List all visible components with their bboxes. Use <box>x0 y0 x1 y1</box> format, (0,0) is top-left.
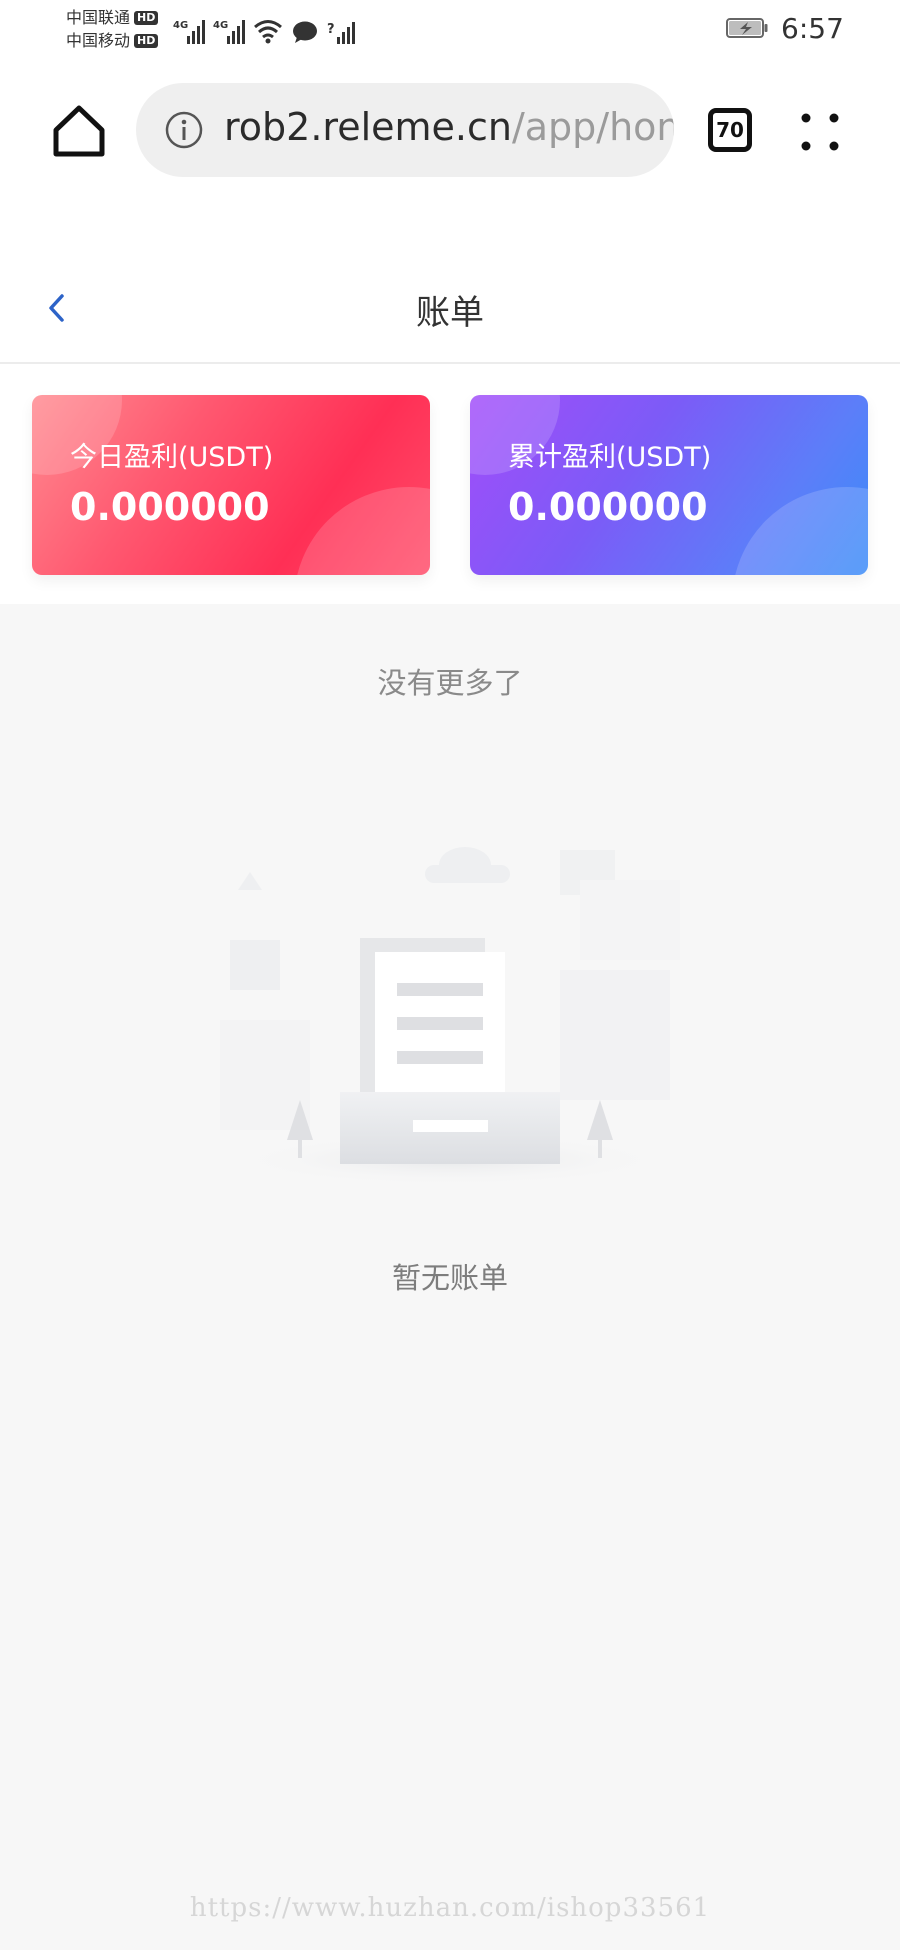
tab-count: 70 <box>716 118 744 142</box>
menu-icon[interactable] <box>798 110 842 154</box>
today-profit-label: 今日盈利(USDT) <box>70 442 274 473</box>
hd-badge-1: HD <box>134 10 159 25</box>
unknown-signal-mark: ? <box>327 22 335 37</box>
message-icon <box>293 21 317 43</box>
carrier-info: 中国联通 HD 中国移动 HD <box>66 6 159 52</box>
info-icon[interactable] <box>164 110 204 150</box>
status-bar: 中国联通 HD 中国移动 HD 4G 4G ? 6:57 <box>0 0 900 62</box>
wifi-icon <box>254 20 282 44</box>
network-type-1: 4G <box>173 20 189 31</box>
tab-switcher-button[interactable]: 70 <box>708 108 752 152</box>
no-more-text: 没有更多了 <box>377 666 523 700</box>
today-profit-card: 今日盈利(USDT) 0.000000 <box>32 395 430 575</box>
browser-toolbar: rob2.releme.cn/app/hon 70 <box>0 62 900 202</box>
carrier-2: 中国移动 <box>66 31 131 50</box>
signal-2-icon: 4G <box>213 20 245 44</box>
total-profit-card: 累计盈利(USDT) 0.000000 <box>470 395 868 575</box>
signal-indicators: 4G 4G ? <box>173 12 355 44</box>
signal-3-icon: ? <box>327 22 355 44</box>
watermark-text: https://www.huzhan.com/ishop33561 <box>189 1893 711 1923</box>
url-text[interactable]: rob2.releme.cn/app/hon <box>224 105 674 149</box>
battery-charging-icon <box>726 18 768 38</box>
page-header-section: 账单 今日盈利(USDT) 0.000000 累计盈利(USDT) 0.0000… <box>0 202 900 604</box>
empty-bill-illustration <box>220 847 680 1186</box>
page-title: 账单 <box>416 293 484 333</box>
home-icon[interactable] <box>50 102 108 160</box>
carrier-1: 中国联通 <box>66 8 131 27</box>
hd-badge-2: HD <box>134 33 159 48</box>
network-type-2: 4G <box>213 20 229 31</box>
today-profit-value: 0.000000 <box>70 485 270 529</box>
url-path: /app/hon <box>511 105 674 149</box>
total-profit-label: 累计盈利(USDT) <box>508 442 712 473</box>
nav-header: 账单 <box>0 202 900 364</box>
empty-state-text: 暂无账单 <box>391 1261 508 1295</box>
clock: 6:57 <box>781 12 844 45</box>
address-bar[interactable]: rob2.releme.cn/app/hon <box>136 83 674 177</box>
url-domain: rob2.releme.cn <box>224 105 512 149</box>
signal-1-icon: 4G <box>173 20 205 44</box>
total-profit-value: 0.000000 <box>508 485 708 529</box>
